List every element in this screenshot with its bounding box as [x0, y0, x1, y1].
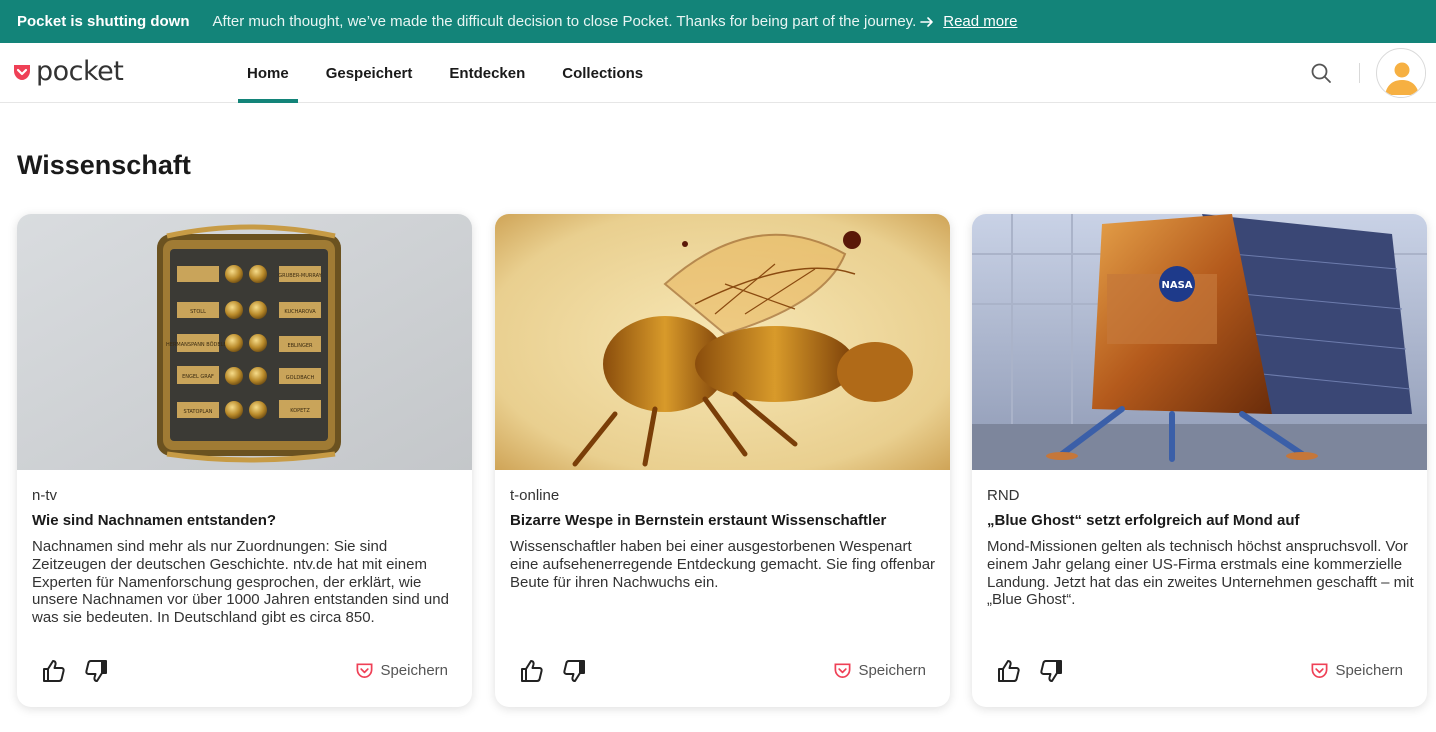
pocket-logo-icon	[14, 65, 30, 80]
shutdown-banner: Pocket is shutting down After much thoug…	[0, 0, 1436, 43]
search-icon[interactable]	[1309, 61, 1333, 85]
save-button[interactable]: Speichern	[355, 661, 448, 680]
nameplate-text: ENGEL GRAF	[182, 374, 214, 380]
tab-home-label: Home	[247, 64, 289, 82]
save-button-label: Speichern	[1335, 662, 1403, 679]
tab-saved-label: Gespeichert	[325, 64, 413, 82]
article-title[interactable]: „Blue Ghost“ setzt erfolgreich auf Mond …	[987, 512, 1412, 529]
lander-logo-text: NASA	[1161, 280, 1192, 291]
article-card[interactable]: NASA RND „Blue Ghost“ setzt erfolgreich …	[972, 214, 1427, 707]
doorbell-nameplate-photo: GRUBER-MURRAY STOLL KUCHAROVA HERMANSPAN…	[17, 214, 472, 470]
pocket-save-icon	[1311, 663, 1328, 679]
save-button[interactable]: Speichern	[1310, 661, 1403, 680]
article-source: RND	[987, 487, 1020, 504]
article-card[interactable]: GRUBER-MURRAY STOLL KUCHAROVA HERMANSPAN…	[17, 214, 472, 707]
tab-discover[interactable]: Entdecken	[440, 43, 534, 103]
nameplate-text: GRUBER-MURRAY	[278, 273, 322, 279]
pocket-save-icon	[356, 663, 373, 679]
save-button-label: Speichern	[380, 662, 448, 679]
tab-home[interactable]: Home	[238, 43, 298, 103]
article-source: n-tv	[32, 487, 58, 504]
user-avatar-icon	[1378, 50, 1425, 97]
thumbs-up-icon[interactable]	[41, 658, 67, 684]
thumbs-down-icon[interactable]	[83, 658, 109, 684]
thumbs-up-icon[interactable]	[996, 658, 1022, 684]
wasp-in-amber-photo	[495, 214, 950, 470]
banner-title: Pocket is shutting down	[17, 13, 190, 30]
nameplate-text: HERMANSPANN BÖDELER	[166, 341, 230, 348]
header-divider	[1359, 63, 1360, 83]
card-actions: Speichern	[17, 654, 472, 690]
article-image[interactable]: GRUBER-MURRAY STOLL KUCHAROVA HERMANSPAN…	[17, 214, 472, 470]
article-title[interactable]: Bizarre Wespe in Bernstein erstaunt Wiss…	[510, 512, 935, 529]
article-description: Nachnamen sind mehr als nur Zuordnungen:…	[32, 538, 449, 627]
article-description: Mond-Missionen gelten als technisch höch…	[987, 538, 1414, 609]
top-navigation: pocket Home Gespeichert Entdecken Collec…	[0, 43, 1436, 103]
card-actions: Speichern	[972, 654, 1427, 690]
card-actions: Speichern	[495, 654, 950, 690]
pocket-save-icon	[834, 663, 851, 679]
lunar-lander-photo: NASA	[972, 214, 1427, 470]
thumbs-down-icon[interactable]	[1038, 658, 1064, 684]
article-card[interactable]: t-online Bizarre Wespe in Bernstein erst…	[495, 214, 950, 707]
article-image[interactable]	[495, 214, 950, 470]
logo-text: pocket	[36, 56, 124, 87]
arrow-right-icon	[920, 16, 934, 27]
section-title: Wissenschaft	[17, 150, 191, 180]
nameplate-text: KOPETZ	[290, 408, 310, 414]
tab-collections-label: Collections	[562, 64, 644, 82]
article-title[interactable]: Wie sind Nachnamen entstanden?	[32, 512, 457, 529]
nameplate-text: STATOPLAN	[184, 409, 213, 415]
nameplate-text: KUCHAROVA	[284, 309, 316, 315]
tab-saved[interactable]: Gespeichert	[317, 43, 422, 103]
thumbs-up-icon[interactable]	[519, 658, 545, 684]
user-avatar[interactable]	[1376, 48, 1426, 98]
nameplate-text: EBLINGER	[287, 343, 313, 349]
article-image[interactable]: NASA	[972, 214, 1427, 470]
nameplate-text: GOLDBACH	[286, 375, 315, 381]
read-more-link[interactable]: Read more	[943, 13, 1017, 30]
nameplate-text: STOLL	[190, 309, 206, 315]
thumbs-down-icon[interactable]	[561, 658, 587, 684]
save-button-label: Speichern	[858, 662, 926, 679]
tab-collections[interactable]: Collections	[553, 43, 652, 103]
banner-message: After much thought, we’ve made the diffi…	[212, 13, 917, 30]
article-description: Wissenschaftler haben bei einer ausgesto…	[510, 538, 936, 591]
main-nav: Home Gespeichert Entdecken Collections	[238, 43, 671, 103]
save-button[interactable]: Speichern	[833, 661, 926, 680]
pocket-logo[interactable]: pocket	[12, 56, 124, 87]
article-source: t-online	[510, 487, 560, 504]
tab-discover-label: Entdecken	[449, 64, 526, 82]
